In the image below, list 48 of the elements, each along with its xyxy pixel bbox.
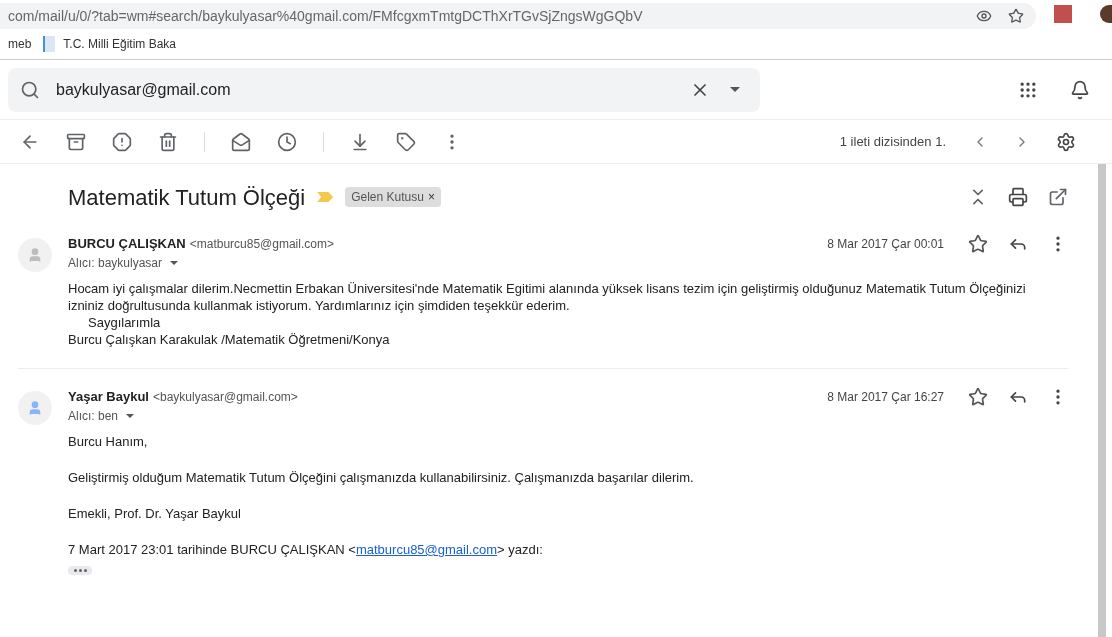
- new-window-icon[interactable]: [1048, 187, 1068, 207]
- move-to-icon[interactable]: [350, 131, 370, 152]
- quote-header: 7 Mart 2017 23:01 tarihinde BURCU ÇALIŞKAN <matburcu85@gmail.com> yazdı:: [68, 541, 544, 558]
- show-trimmed-button[interactable]: [68, 566, 92, 575]
- message-date: 8 Mar 2017 Çar 00:01: [827, 236, 944, 253]
- star-icon[interactable]: [968, 387, 988, 407]
- dropdown-caret-icon[interactable]: [170, 261, 179, 265]
- message-text: Burcu Çalışkan Karakulak /Matematik Öğretmeni/Konya: [68, 331, 391, 348]
- bookmark-item[interactable]: T.C. Milli Eğitim Baka: [43, 34, 177, 53]
- thread-counter: 1 ileti dizisinden 1.: [839, 132, 946, 151]
- star-icon[interactable]: [968, 234, 988, 254]
- trash-icon[interactable]: [158, 131, 178, 152]
- archive-icon[interactable]: [66, 131, 86, 152]
- sender-email: <matburcu85@gmail.com>: [189, 236, 334, 253]
- sender-name: BURCU ÇALIŞKAN: [68, 235, 186, 254]
- mail-open-icon[interactable]: [231, 131, 251, 152]
- email-subject: Matematik Tutum Ölçeği: [68, 183, 306, 212]
- search-icon[interactable]: [20, 79, 40, 100]
- message-text: Saygılarımla: [87, 314, 162, 331]
- sender-email: <baykulyasar@gmail.com>: [152, 389, 298, 406]
- dropdown-caret-icon[interactable]: [730, 87, 740, 92]
- bell-icon[interactable]: [1070, 79, 1090, 100]
- recipient-text: Alıcı: baykulyasar: [68, 255, 163, 272]
- print-icon[interactable]: [1008, 187, 1028, 207]
- profile-avatar[interactable]: [1100, 5, 1112, 23]
- email-link[interactable]: matburcu85@gmail.com: [355, 542, 498, 557]
- settings-icon[interactable]: [1056, 131, 1076, 152]
- report-spam-icon[interactable]: [112, 131, 132, 152]
- page-icon: [43, 35, 56, 52]
- message-text: izniniz doğrultusunda kullanmak istiyorum. Yardımlarınız için şimdiden teşekkür ederim.: [68, 297, 571, 314]
- recipient-text: Alıcı: ben: [68, 408, 119, 425]
- message-text: Emekli, Prof. Dr. Yaşar Baykul: [68, 505, 242, 522]
- star-icon[interactable]: [1008, 8, 1024, 24]
- address-bar[interactable]: com/mail/u/0/?tab=wm#search/baykulyasar%40gmail.com/FMfcgxmTmtgDCThXrTGvSjZngsWgGQbV: [0, 3, 1036, 29]
- message-text: Burcu Hanım,: [68, 433, 149, 450]
- clock-icon[interactable]: [277, 131, 297, 152]
- sender-name: Yaşar Baykul: [68, 388, 149, 407]
- label-icon[interactable]: [396, 131, 416, 152]
- message-date: 8 Mar 2017 Çar 16:27: [827, 389, 944, 406]
- importance-marker-icon: [317, 192, 334, 202]
- eye-icon[interactable]: [976, 8, 992, 24]
- message-text: Hocam iyi çalışmalar dilerim.Necmettin Erbakan Üniversitesi'nde Matematik Egitimi alanında yüksek lisans tezim için geliştirmiş olduğunuz Matematik Tutum Ölçeğinizi: [68, 280, 1027, 297]
- message-text: Geliştirmiş olduğum Matematik Tutum Ölçeğini çalışmanızda kullanabilirsiniz. Çalışmanızda başarılar dilerim.: [68, 469, 695, 486]
- scrollbar[interactable]: [1098, 164, 1106, 637]
- search-field[interactable]: baykulyasar@gmail.com: [8, 67, 760, 112]
- dropdown-caret-icon[interactable]: [126, 414, 135, 418]
- label-chip[interactable]: Gelen Kutusu ×: [345, 187, 441, 207]
- bookmark-item[interactable]: meb: [8, 34, 32, 53]
